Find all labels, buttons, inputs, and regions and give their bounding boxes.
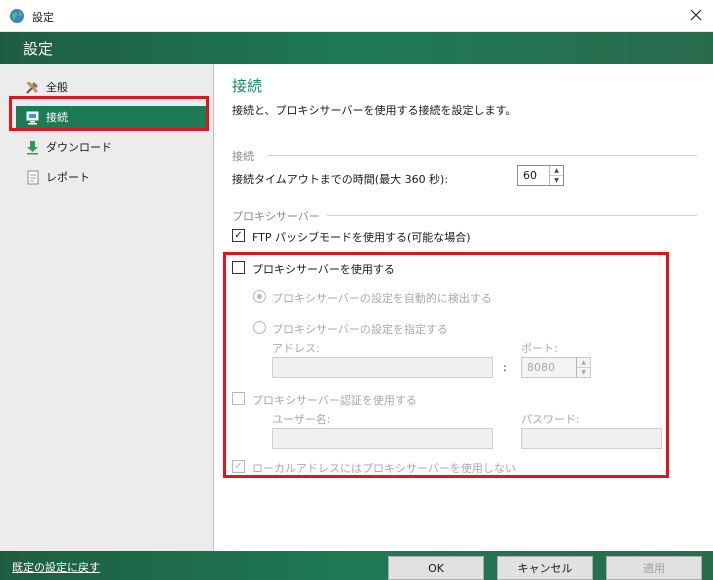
cancel-button[interactable]: キャンセル xyxy=(497,556,593,580)
header-title: 設定 xyxy=(23,40,54,58)
sidebar-item-label: レポート xyxy=(46,171,90,184)
window-title: 設定 xyxy=(32,11,54,24)
section-connection-label: 接続 xyxy=(232,150,254,163)
stepper-down-icon[interactable]: ▼ xyxy=(550,175,563,185)
sidebar-item-label: 全般 xyxy=(46,81,68,94)
sidebar-item-general[interactable]: 全般 xyxy=(16,76,208,98)
highlight-box xyxy=(9,96,209,131)
report-icon xyxy=(24,169,40,185)
close-button[interactable] xyxy=(679,0,713,32)
tools-icon xyxy=(24,79,40,95)
sidebar-item-download[interactable]: ダウンロード xyxy=(16,136,208,158)
apply-button[interactable]: 適用 xyxy=(606,556,702,580)
stepper-up-icon[interactable]: ▲ xyxy=(550,166,563,175)
close-icon xyxy=(690,9,702,24)
timeout-stepper[interactable]: 60 ▲ ▼ xyxy=(517,165,564,186)
globe-icon xyxy=(9,8,25,24)
sidebar-item-label: ダウンロード xyxy=(46,141,112,154)
ok-button[interactable]: OK xyxy=(388,556,484,580)
reset-defaults-link[interactable]: 既定の設定に戻す xyxy=(12,559,100,575)
timeout-label: 接続タイムアウトまでの時間(最大 360 秒): xyxy=(232,173,449,186)
section-divider xyxy=(327,215,697,216)
window-titlebar: 設定 xyxy=(0,0,713,32)
page-title: 接続 xyxy=(232,77,263,95)
ftp-passive-checkbox[interactable]: ✓ xyxy=(232,229,245,242)
timeout-value: 60 xyxy=(523,169,537,182)
page-description: 接続と、プロキシサーバーを使用する接続を設定します。 xyxy=(232,104,517,117)
ftp-passive-label: FTP パッシブモードを使用する(可能な場合) xyxy=(252,231,471,244)
sidebar-item-report[interactable]: レポート xyxy=(16,166,208,188)
section-divider xyxy=(267,155,697,156)
download-icon xyxy=(24,139,40,155)
highlight-box xyxy=(223,252,669,478)
dialog-header: 設定 xyxy=(0,32,713,64)
section-proxy-label: プロキシサーバー xyxy=(232,210,320,223)
sidebar: 全般 接続 ダウンロード レポート xyxy=(0,64,214,551)
